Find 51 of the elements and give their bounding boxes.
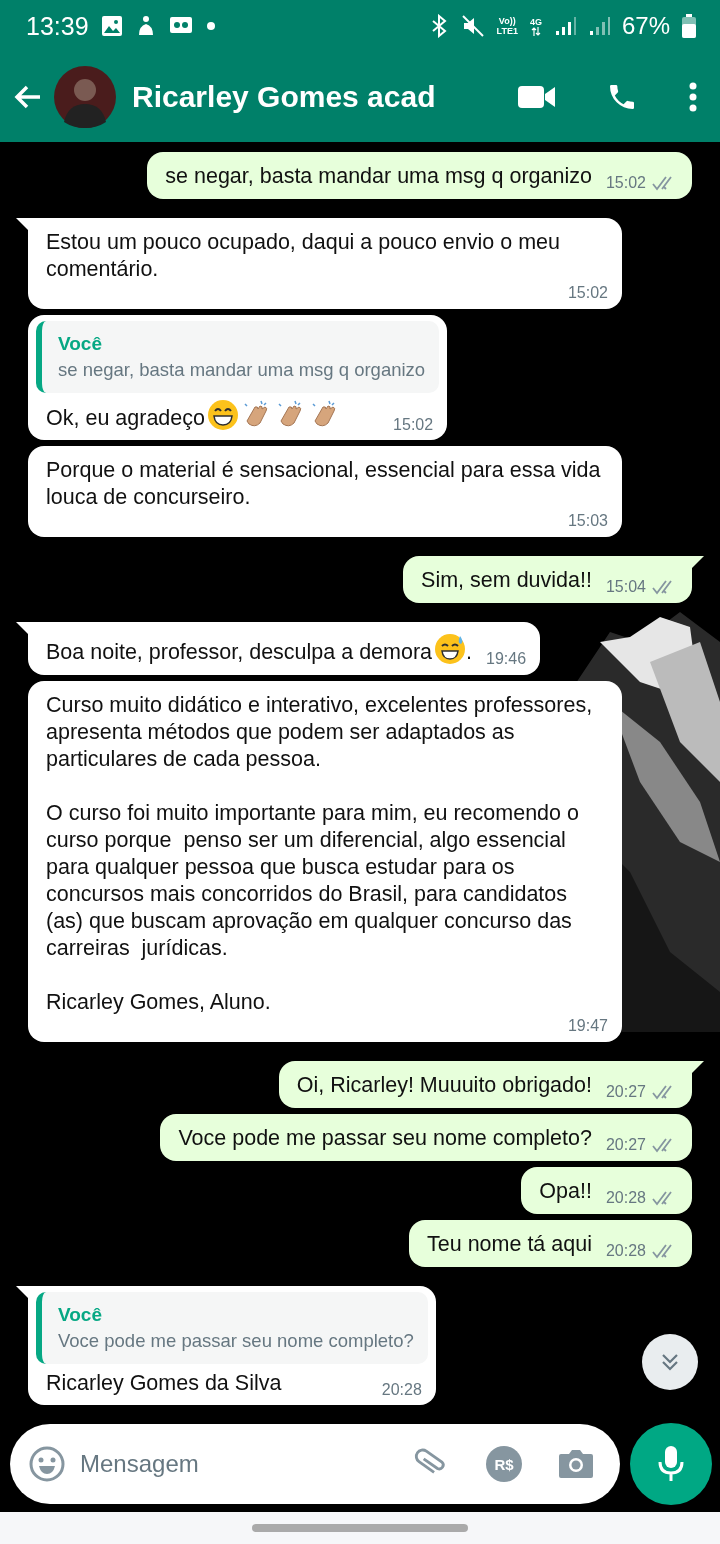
message-time: 19:47: [567, 1016, 608, 1036]
quoted-message[interactable]: Você Voce pode me passar seu nome completo?: [36, 1292, 428, 1364]
message-time: 15:02: [393, 415, 434, 435]
dot-icon: [206, 22, 215, 30]
payment-button[interactable]: R$: [486, 1446, 522, 1482]
message-time: 15:04: [605, 577, 646, 597]
battery-icon: [682, 14, 696, 38]
message-text: Ricarley Gomes da Silva: [46, 1371, 282, 1395]
message-time: 20:28: [605, 1188, 646, 1208]
message-time: 20:28: [605, 1241, 646, 1261]
message-text: Voce pode me passar seu nome completo?: [178, 1126, 592, 1150]
mute-icon: [460, 14, 485, 38]
signal-icon: [587, 15, 610, 37]
message-text: se negar, basta mandar uma msg q organizo: [165, 164, 592, 188]
message-time: 15:02: [567, 283, 608, 303]
status-time: 13:39: [26, 11, 89, 41]
contact-name[interactable]: Ricarley Gomes acad: [132, 80, 468, 114]
microphone-icon: [656, 1444, 686, 1484]
emoji-icon[interactable]: [28, 1445, 66, 1483]
message-time: 15:03: [567, 511, 608, 531]
message-text: Teu nome tá aqui: [427, 1232, 592, 1256]
more-options-button[interactable]: [688, 82, 698, 112]
data-indicator: 4G: [529, 16, 542, 36]
quoted-message[interactable]: Você se negar, basta mandar uma msg q organizo: [36, 321, 440, 393]
video-call-button[interactable]: [518, 84, 556, 110]
message-text: .: [466, 640, 473, 664]
message-text: Ok, eu agradeço: [46, 406, 205, 430]
image-icon: [100, 15, 123, 37]
signal-icon: [553, 15, 576, 37]
message-time: 20:28: [381, 1380, 422, 1400]
volte-indicator: Vo)) LTE1: [496, 16, 518, 36]
quote-text: se negar, basta mandar uma msg q organizo: [58, 358, 426, 382]
message-time: 19:46: [486, 649, 527, 669]
message-text: Estou um pouco ocupado, daqui a pouco envio o meu comentário.: [46, 230, 561, 281]
message-text: Sim, sem duvida!!: [421, 568, 592, 592]
message-text: Curso muito didático e interativo, excelentes professores, apresenta métodos que podem ser adaptados as particulares de cada pessoa. O curso foi muito importante para mim, eu recomendo o curso porque penso ser um diferencial, algo essencial para qualquer pessoa que busca estudar para os concursos mais concorridos do Brasil, para candidatos (as) que buscam aprovação em qualquer concurso das carreiras jurídicas. Ricarley Gomes, Aluno.: [46, 693, 594, 1014]
quote-text: Voce pode me passar seu nome completo?: [58, 1329, 414, 1353]
message-text: Boa noite, professor, desculpa a demora: [46, 640, 433, 664]
battery-percentage: 67%: [621, 12, 670, 40]
avatar-icon[interactable]: [54, 66, 116, 128]
message-time: 20:27: [605, 1135, 646, 1155]
quote-author: Você: [58, 332, 103, 356]
message-text: Porque o material é sensacional, essencial para essa vida louca de concurseiro.: [46, 458, 602, 509]
camera-icon[interactable]: [558, 1448, 594, 1480]
message-text: Oi, Ricarley! Muuuito obrigado!: [296, 1073, 592, 1097]
message-input[interactable]: Mensagem R$: [10, 1424, 620, 1504]
message-time: 20:27: [605, 1082, 646, 1102]
scroll-down-button[interactable]: [642, 1334, 698, 1390]
message-text: Opa!!: [539, 1179, 592, 1203]
quote-author: Você: [58, 1303, 103, 1327]
message-time: 15:02: [605, 173, 646, 193]
